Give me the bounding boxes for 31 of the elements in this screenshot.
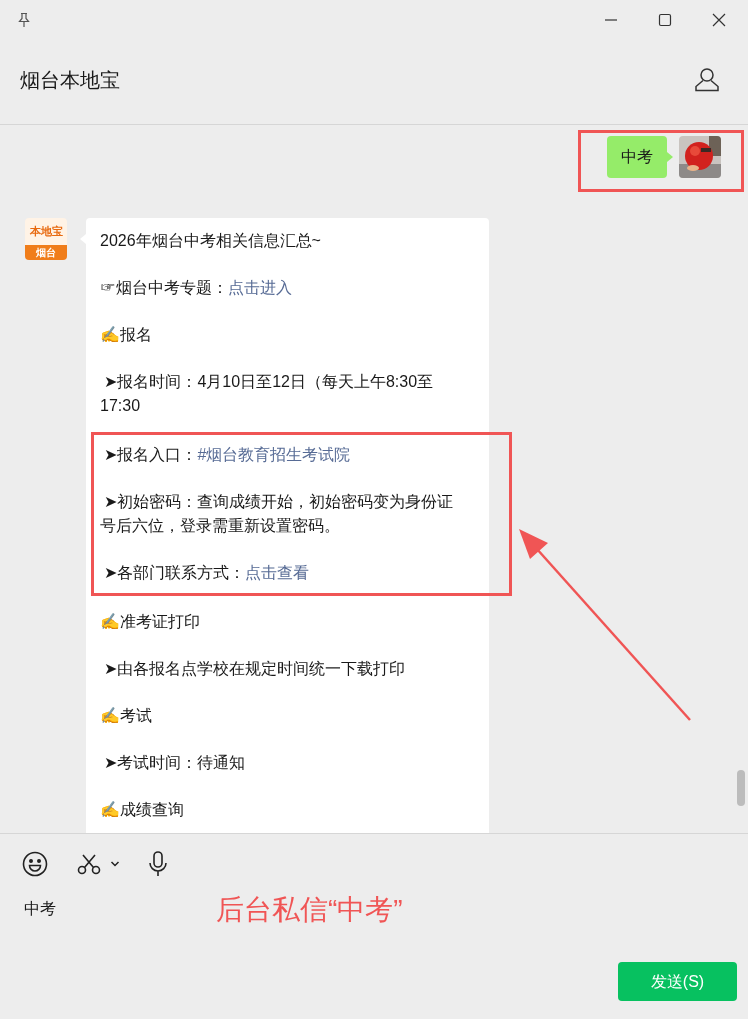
- message-paragraph: ➤考试时间：待通知: [103, 753, 247, 773]
- message-paragraph: ➤各部门联系方式：点击查看: [103, 563, 311, 583]
- message-paragraph: ➤初始密码：查询成绩开始，初始密码变为身份证号后六位，登录需重新设置密码。: [100, 492, 455, 536]
- message-link[interactable]: 点击进入: [228, 279, 292, 296]
- message-paragraph: ✍准考证打印: [100, 612, 201, 632]
- microphone-icon[interactable]: [148, 851, 168, 877]
- message-paragraph: ✍报名: [100, 325, 153, 345]
- scrollbar[interactable]: [737, 770, 745, 806]
- message-paragraph: ➤报名时间：4月10日至12日（每天上午8:30至17:30: [100, 372, 435, 416]
- message-paragraph: ✍成绩查询: [100, 800, 185, 820]
- logo-text: 烟台: [25, 245, 67, 260]
- screenshot-button[interactable]: [76, 853, 120, 875]
- scissors-icon: [76, 853, 102, 875]
- annotation-text: 后台私信“中考”: [216, 893, 403, 927]
- profile-icon[interactable]: [694, 66, 720, 93]
- logo-text: 本地宝: [25, 218, 67, 245]
- message-paragraph: 2026年烟台中考相关信息汇总~: [100, 231, 322, 251]
- message-paragraph: ✍考试: [100, 706, 153, 726]
- maximize-icon[interactable]: [658, 13, 672, 27]
- message-paragraph: ☞烟台中考专题：点击进入: [100, 278, 293, 298]
- close-icon[interactable]: [712, 13, 726, 27]
- bubble-tail: [667, 152, 673, 162]
- emoji-icon[interactable]: [22, 851, 48, 877]
- message-paragraph: ➤由各报名点学校在规定时间统一下载打印: [103, 659, 407, 679]
- caret-icon: [110, 860, 120, 868]
- message-paragraph: ➤报名入口：#烟台教育招生考试院: [103, 445, 352, 465]
- message-link[interactable]: #烟台教育招生考试院: [197, 446, 351, 463]
- chat-title: 烟台本地宝: [20, 67, 120, 93]
- message-link[interactable]: 点击查看: [245, 564, 310, 581]
- pin-icon[interactable]: [16, 12, 32, 28]
- message-input[interactable]: 中考: [24, 897, 56, 921]
